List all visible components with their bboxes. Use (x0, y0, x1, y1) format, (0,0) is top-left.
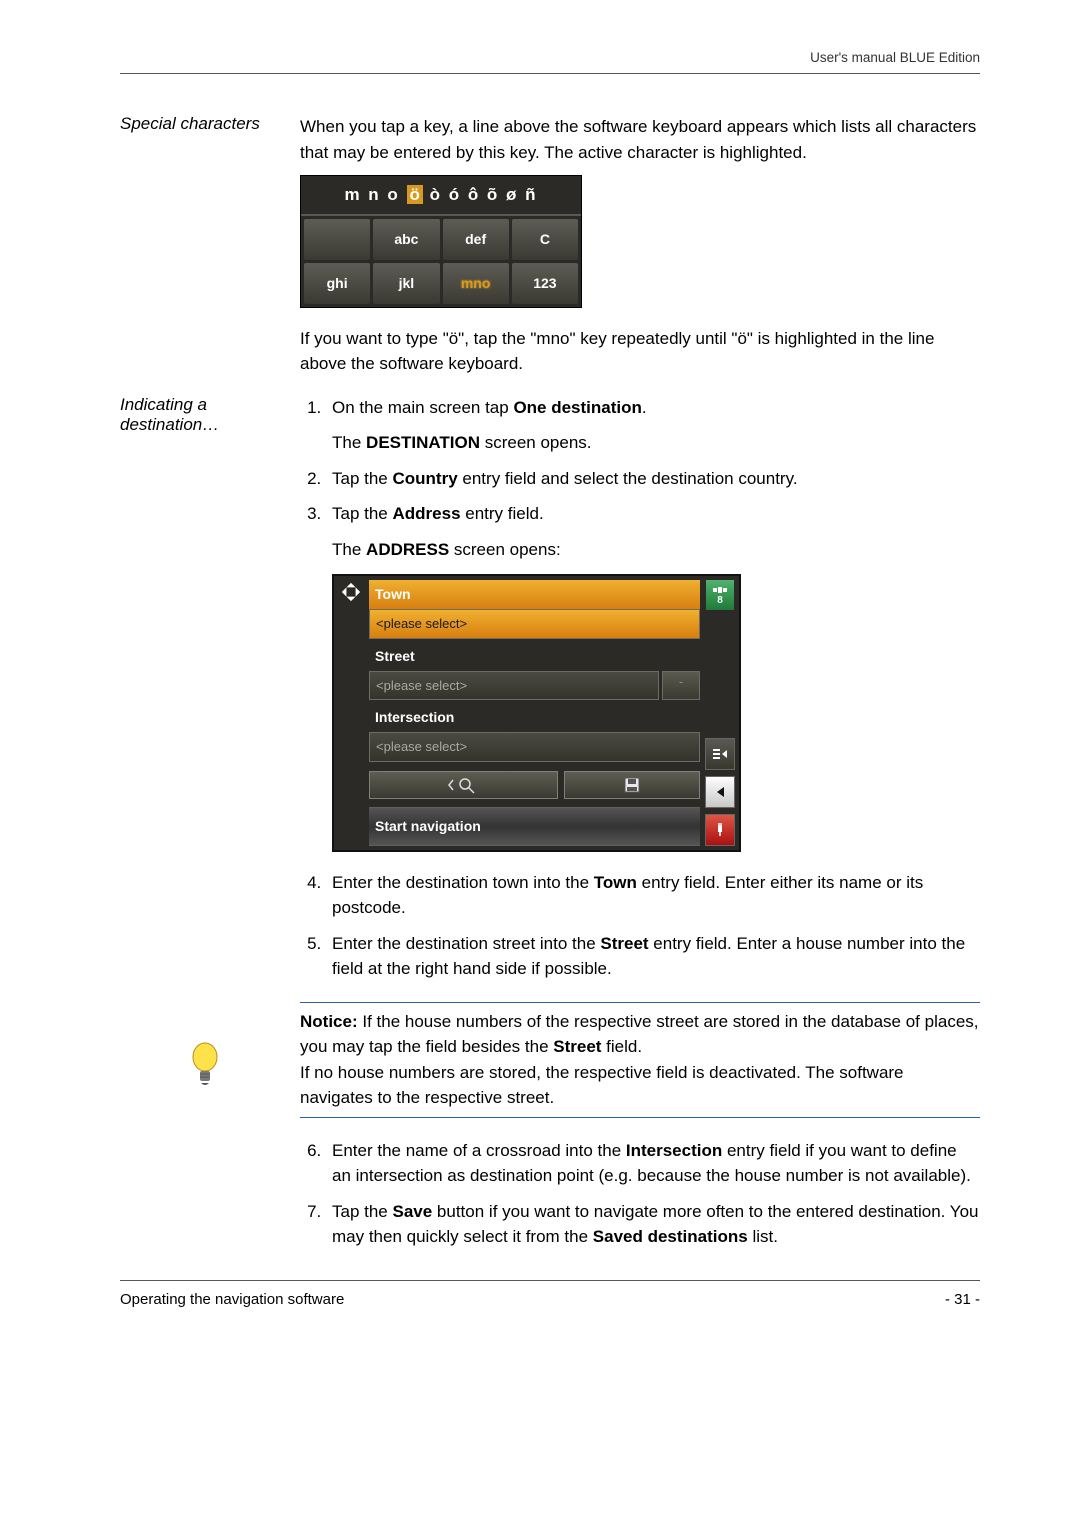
sc-address: AAddressDDRESS (366, 540, 449, 559)
step-1-sub: The DDestinationESTINATION screen opens. (332, 430, 980, 456)
sc-destination: DDestinationESTINATION (366, 433, 480, 452)
kb-key-123[interactable]: 123 (512, 263, 578, 304)
keyboard-figure: m n o ö ò ó ô õ ø ñ abc def C ghi jkl mn… (300, 175, 582, 308)
kb-key-jkl[interactable]: jkl (373, 263, 439, 304)
kb-key-def[interactable]: def (443, 219, 509, 260)
list-back-button[interactable] (705, 738, 735, 770)
side-label-destination: Indicating a destination… (120, 395, 300, 992)
town-field[interactable]: <please select> (369, 609, 700, 639)
kb-key-ghi[interactable]: ghi (304, 263, 370, 304)
disk-icon (624, 777, 640, 793)
bulb-icon (187, 1041, 223, 1089)
list-back-icon (711, 747, 729, 761)
keyboard-char-bar: m n o ö ò ó ô õ ø ñ (301, 176, 581, 216)
search-icon (447, 776, 481, 794)
save-button[interactable] (564, 771, 700, 799)
town-label: Town (369, 580, 700, 609)
power-button[interactable] (705, 814, 735, 846)
step-5: Enter the destination street into the St… (326, 931, 980, 982)
step-3-sub: The AAddressDDRESS screen opens: (332, 537, 980, 563)
footer-left: Operating the navigation software (120, 1291, 344, 1308)
resize-icon[interactable] (339, 580, 363, 604)
side-label-special: Special characters (120, 114, 300, 377)
footer-page: - 31 - (945, 1291, 980, 1308)
search-button[interactable] (369, 771, 558, 799)
street-field[interactable]: <please select> (369, 671, 659, 701)
intersection-field[interactable]: <please select> (369, 732, 700, 762)
intersection-label: Intersection (369, 703, 700, 732)
step-3: Tap the Address entry field. (326, 501, 980, 527)
kb-key-space[interactable] (304, 219, 370, 260)
notice-box: Notice: If the house numbers of the resp… (300, 1002, 980, 1118)
kb-key-abc[interactable]: abc (373, 219, 439, 260)
step-7: Tap the Save button if you want to navig… (326, 1199, 980, 1250)
step-6: Enter the name of a crossroad into the I… (326, 1138, 980, 1189)
keyboard-grid: abc def C ghi jkl mno 123 (301, 216, 581, 307)
page-header: User's manual BLUE Edition (120, 50, 980, 74)
plug-icon (712, 822, 728, 838)
back-button[interactable] (705, 776, 735, 808)
para-special-1: When you tap a key, a line above the sof… (300, 114, 980, 165)
house-number-field[interactable]: - (662, 671, 700, 701)
street-label: Street (369, 642, 700, 671)
kb-key-mno[interactable]: mno (443, 263, 509, 304)
kb-key-c[interactable]: C (512, 219, 578, 260)
step-2: Tap the Country entry field and select t… (326, 466, 980, 492)
para-special-2: If you want to type "ö", tap the "mno" k… (300, 326, 980, 377)
address-screen-figure: Town <please select> Street <please sele… (332, 574, 741, 852)
satellite-indicator[interactable]: 8 (706, 580, 734, 610)
back-icon (713, 785, 727, 799)
step-4: Enter the destination town into the Town… (326, 870, 980, 921)
start-navigation-button[interactable]: Start navigation (369, 807, 700, 846)
step-1: On the main screen tap One destination. (326, 395, 980, 421)
